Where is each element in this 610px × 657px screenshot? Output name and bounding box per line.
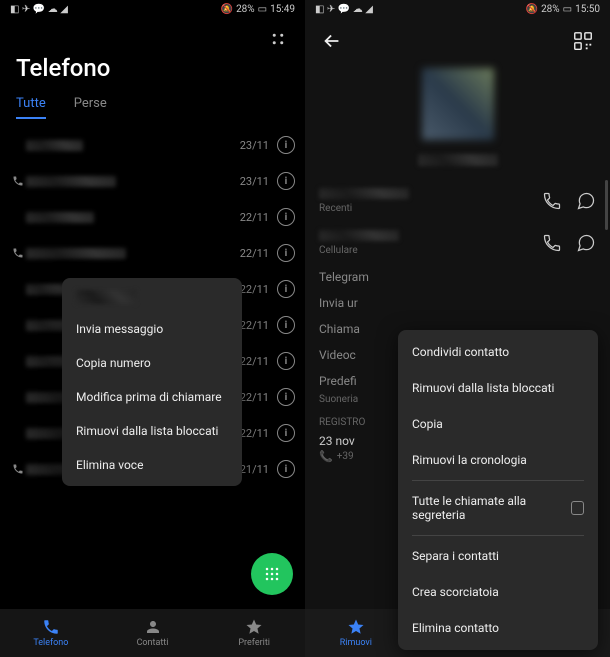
call-date: 22/11 (240, 427, 269, 440)
menu-copy-number[interactable]: Copia numero (62, 346, 242, 380)
status-time: 15:50 (575, 4, 600, 15)
status-bar: ◧ ✈ 💬 ☁ ◢ 🔕 28% ▭ 15:50 (305, 0, 610, 18)
info-icon[interactable]: i (277, 424, 295, 442)
app-title: Telefono (12, 48, 293, 96)
call-tabs: Tutte Perse (12, 96, 293, 127)
info-icon[interactable]: i (277, 136, 295, 154)
menu-create-shortcut[interactable]: Crea scorciatoia (398, 574, 598, 610)
status-bar: ◧ ✈ 💬 ☁ ◢ 🔕 28% ▭ 15:49 (0, 0, 305, 18)
info-icon[interactable]: i (277, 208, 295, 226)
call-context-menu: Invia messaggio Copia numero Modifica pr… (62, 278, 242, 486)
menu-voicemail-toggle[interactable]: Tutte le chiamate alla segreteria (398, 483, 598, 533)
menu-delete-contact[interactable]: Elimina contatto (398, 610, 598, 646)
context-contact-name (62, 282, 242, 312)
call-date: 22/11 (240, 391, 269, 404)
info-icon[interactable]: i (277, 388, 295, 406)
call-date: 22/11 (240, 247, 269, 260)
call-date: 22/11 (240, 283, 269, 296)
call-date: 22/11 (240, 355, 269, 368)
nav-favorites[interactable]: Preferiti (203, 609, 305, 657)
call-date: 21/11 (240, 463, 269, 476)
call-icon[interactable] (542, 191, 562, 211)
dialpad-icon (262, 564, 282, 584)
call-date: 23/11 (240, 175, 269, 188)
tab-all[interactable]: Tutte (16, 96, 46, 119)
contact-avatar-zone (305, 58, 610, 180)
message-icon[interactable] (576, 233, 596, 253)
menu-clear-history[interactable]: Rimuovi la cronologia (398, 442, 598, 478)
call-row[interactable]: 23/11 i (0, 163, 305, 199)
menu-edit-before-call[interactable]: Modifica prima di chiamare (62, 380, 242, 414)
menu-send-message[interactable]: Invia messaggio (62, 312, 242, 346)
call-date: 22/11 (240, 319, 269, 332)
menu-share-contact[interactable]: Condividi contatto (398, 334, 598, 370)
nav-remove[interactable]: Rimuovi (305, 609, 407, 657)
contact-detail-screen: ◧ ✈ 💬 ☁ ◢ 🔕 28% ▭ 15:50 Recenti (305, 0, 610, 657)
tab-missed[interactable]: Perse (74, 96, 107, 119)
call-date: 22/11 (240, 211, 269, 224)
info-icon[interactable]: i (277, 244, 295, 262)
menu-unblock[interactable]: Rimuovi dalla lista bloccati (398, 370, 598, 406)
phone-row-2[interactable]: Cellulare (319, 222, 596, 264)
send-link[interactable]: Invia ur (319, 290, 596, 316)
menu-remove-blocked[interactable]: Rimuovi dalla lista bloccati (62, 414, 242, 448)
dialpad-fab[interactable] (251, 553, 293, 595)
nav-contacts[interactable]: Contatti (102, 609, 204, 657)
info-icon[interactable]: i (277, 316, 295, 334)
menu-delete-entry[interactable]: Elimina voce (62, 448, 242, 482)
menu-separate-contacts[interactable]: Separa i contatti (398, 538, 598, 574)
info-icon[interactable]: i (277, 352, 295, 370)
star-icon (245, 618, 263, 636)
info-icon[interactable]: i (277, 460, 295, 478)
call-row[interactable]: 22/11 i (0, 199, 305, 235)
call-date: 23/11 (240, 139, 269, 152)
star-icon (347, 618, 365, 636)
nav-phone[interactable]: Telefono (0, 609, 102, 657)
scrollbar[interactable] (605, 180, 608, 230)
telegram-link[interactable]: Telegram (319, 264, 596, 290)
call-row[interactable]: 23/11 i (0, 127, 305, 163)
back-button[interactable] (321, 30, 343, 52)
bottom-nav: Telefono Contatti Preferiti (0, 609, 305, 657)
contacts-icon (144, 618, 162, 636)
info-icon[interactable]: i (277, 280, 295, 298)
phone-icon (42, 618, 60, 636)
call-row[interactable]: 22/11 i (0, 235, 305, 271)
battery-pct: 28% (541, 4, 560, 15)
more-dots-icon[interactable] (269, 30, 287, 48)
contact-context-menu: Condividi contatto Rimuovi dalla lista b… (398, 330, 598, 650)
status-time: 15:49 (270, 4, 295, 15)
menu-copy[interactable]: Copia (398, 406, 598, 442)
checkbox-icon[interactable] (571, 501, 584, 515)
call-icon[interactable] (542, 233, 562, 253)
qr-icon[interactable] (572, 30, 594, 52)
info-icon[interactable]: i (277, 172, 295, 190)
contact-avatar[interactable] (422, 68, 494, 140)
contact-name (418, 154, 498, 166)
phone-app-screen: ◧ ✈ 💬 ☁ ◢ 🔕 28% ▭ 15:49 Telefono Tutte P… (0, 0, 305, 657)
battery-pct: 28% (236, 4, 255, 15)
phone-row-1[interactable]: Recenti (319, 180, 596, 222)
message-icon[interactable] (576, 191, 596, 211)
